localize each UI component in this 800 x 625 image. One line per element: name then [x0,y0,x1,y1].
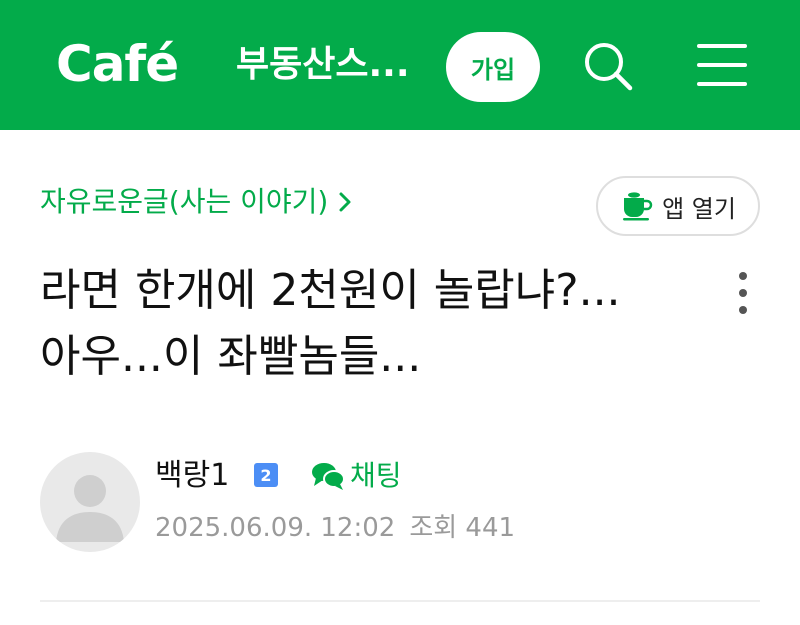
open-app-button[interactable]: 앱 열기 [596,176,760,236]
chat-bubble-icon [312,463,345,490]
search-icon[interactable] [580,38,634,92]
cafe-logo[interactable]: Café [56,34,179,94]
default-avatar-icon [56,475,124,542]
post-date: 2025.06.09. 12:02 [155,513,396,543]
chat-button[interactable]: 채팅 [310,454,402,498]
author-avatar[interactable] [40,452,140,552]
open-app-label: 앱 열기 [662,194,736,223]
section-divider [40,600,760,602]
author-name[interactable]: 백랑1 [155,454,229,498]
top-header: Café 부동산스... 가입 [0,0,800,130]
join-button[interactable]: 가입 [446,32,540,102]
more-vertical-icon[interactable] [728,268,758,318]
menu-icon[interactable] [697,42,747,88]
cafe-name[interactable]: 부동산스... [236,40,410,90]
post-title: 라면 한개에 2천원이 놀랍냐?...아우...이 좌빨놈들... [40,265,621,382]
chat-label: 채팅 [350,459,402,492]
board-name: 자유로운글(사는 이야기) [40,185,329,218]
member-level-badge: 2 [254,463,278,487]
chevron-right-icon [339,192,351,212]
cup-icon [623,192,653,221]
post-meta: 2025.06.09. 12:02 조회 441 [155,506,515,550]
view-count: 조회 441 [409,513,516,543]
board-breadcrumb[interactable]: 자유로운글(사는 이야기) [40,180,356,224]
